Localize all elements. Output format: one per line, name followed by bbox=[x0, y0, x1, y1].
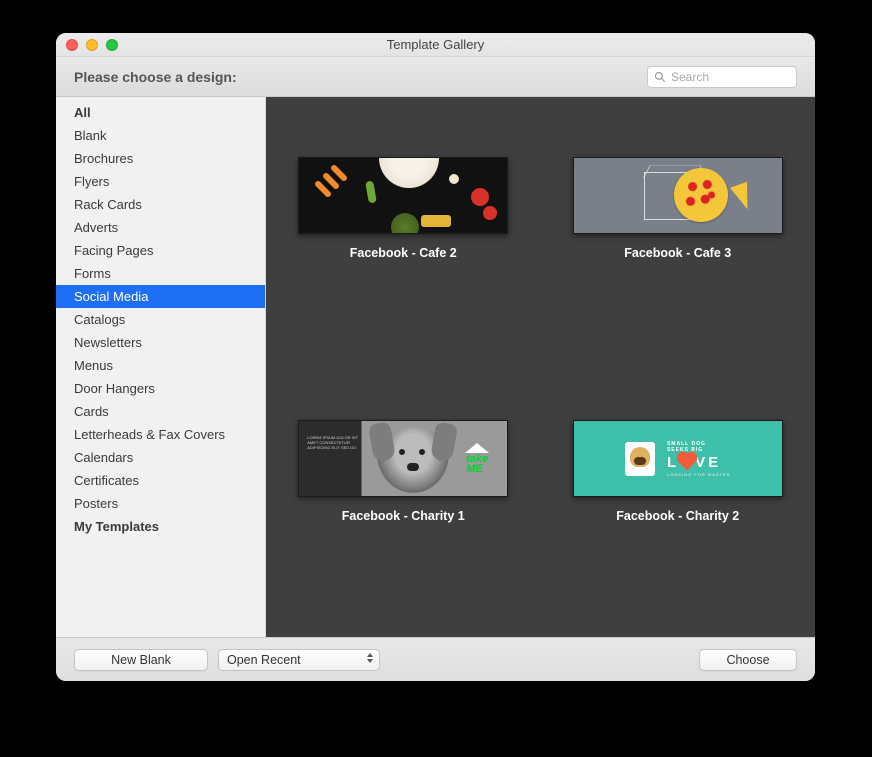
sidebar-item-rack-cards[interactable]: Rack Cards bbox=[56, 193, 265, 216]
main-area: AllBlankBrochuresFlyersRack CardsAdverts… bbox=[56, 97, 815, 637]
sidebar-item-certificates[interactable]: Certificates bbox=[56, 469, 265, 492]
window-title: Template Gallery bbox=[387, 37, 485, 52]
sidebar-item-facing-pages[interactable]: Facing Pages bbox=[56, 239, 265, 262]
template-thumbnail[interactable] bbox=[573, 157, 783, 234]
choose-button[interactable]: Choose bbox=[699, 649, 797, 671]
sidebar-item-brochures[interactable]: Brochures bbox=[56, 147, 265, 170]
sidebar-item-social-media[interactable]: Social Media bbox=[56, 285, 265, 308]
sidebar-item-blank[interactable]: Blank bbox=[56, 124, 265, 147]
new-blank-button[interactable]: New Blank bbox=[74, 649, 208, 671]
template-thumbnail[interactable]: LOREM IPSUM DOLOR SIT AMET CONSECTETUR A… bbox=[298, 420, 508, 497]
template-label: Facebook - Charity 2 bbox=[616, 509, 739, 523]
sidebar-item-flyers[interactable]: Flyers bbox=[56, 170, 265, 193]
template-item-cafe-3[interactable]: Facebook - Cafe 3 bbox=[573, 157, 783, 260]
template-grid-area[interactable]: Facebook - Cafe 2 Facebook - Cafe 3 LORE… bbox=[266, 97, 815, 637]
sidebar-item-cards[interactable]: Cards bbox=[56, 400, 265, 423]
template-item-cafe-2[interactable]: Facebook - Cafe 2 bbox=[298, 157, 508, 260]
sidebar-item-my-templates[interactable]: My Templates bbox=[56, 515, 265, 538]
template-label: Facebook - Charity 1 bbox=[342, 509, 465, 523]
titlebar: Template Gallery bbox=[56, 33, 815, 57]
chevron-updown-icon bbox=[367, 653, 373, 663]
sidebar-item-catalogs[interactable]: Catalogs bbox=[56, 308, 265, 331]
template-item-charity-1[interactable]: LOREM IPSUM DOLOR SIT AMET CONSECTETUR A… bbox=[298, 420, 508, 523]
template-grid: Facebook - Cafe 2 Facebook - Cafe 3 LORE… bbox=[286, 157, 795, 523]
zoom-icon[interactable] bbox=[106, 39, 118, 51]
sidebar-item-newsletters[interactable]: Newsletters bbox=[56, 331, 265, 354]
sidebar-item-menus[interactable]: Menus bbox=[56, 354, 265, 377]
sidebar-item-forms[interactable]: Forms bbox=[56, 262, 265, 285]
window-controls bbox=[66, 39, 118, 51]
close-icon[interactable] bbox=[66, 39, 78, 51]
footer: New Blank Open Recent Choose bbox=[56, 637, 815, 681]
search-field[interactable] bbox=[647, 66, 797, 88]
sidebar-item-calendars[interactable]: Calendars bbox=[56, 446, 265, 469]
template-label: Facebook - Cafe 3 bbox=[624, 246, 731, 260]
sidebar-item-door-hangers[interactable]: Door Hangers bbox=[56, 377, 265, 400]
prompt-label: Please choose a design: bbox=[74, 69, 237, 85]
sidebar-item-adverts[interactable]: Adverts bbox=[56, 216, 265, 239]
search-icon bbox=[654, 71, 666, 83]
template-gallery-window: Template Gallery Please choose a design:… bbox=[56, 33, 815, 681]
category-sidebar: AllBlankBrochuresFlyersRack CardsAdverts… bbox=[56, 97, 266, 637]
toolbar: Please choose a design: bbox=[56, 57, 815, 97]
sidebar-item-letterheads-fax-covers[interactable]: Letterheads & Fax Covers bbox=[56, 423, 265, 446]
search-input[interactable] bbox=[671, 70, 790, 84]
template-label: Facebook - Cafe 2 bbox=[350, 246, 457, 260]
open-recent-select[interactable]: Open Recent bbox=[218, 649, 380, 671]
sidebar-item-all[interactable]: All bbox=[56, 101, 265, 124]
minimize-icon[interactable] bbox=[86, 39, 98, 51]
template-thumbnail[interactable] bbox=[298, 157, 508, 234]
open-recent-label: Open Recent bbox=[227, 653, 301, 667]
template-thumbnail[interactable]: SMALL DOGSEEKS BIG LVE LOOKING FOR MASTE… bbox=[573, 420, 783, 497]
sidebar-item-posters[interactable]: Posters bbox=[56, 492, 265, 515]
template-item-charity-2[interactable]: SMALL DOGSEEKS BIG LVE LOOKING FOR MASTE… bbox=[573, 420, 783, 523]
